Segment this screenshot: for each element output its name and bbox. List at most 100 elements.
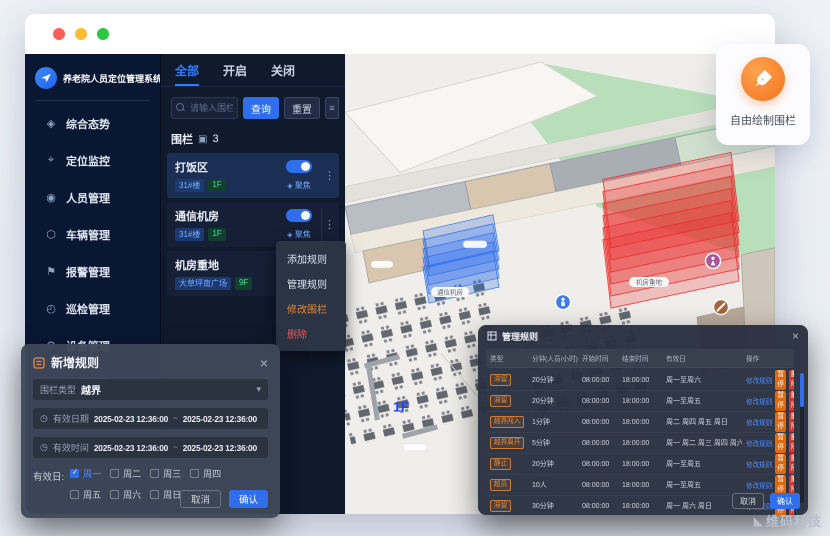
sidebar-item[interactable]: ◉ 人员管理: [25, 179, 160, 216]
poi-woman-icon: [704, 252, 722, 270]
pause-rule-button[interactable]: 暂停: [775, 433, 786, 453]
delete-rule-button[interactable]: 删除: [788, 433, 794, 453]
close-icon[interactable]: ×: [792, 330, 799, 342]
rule-type-badge: 超员: [490, 479, 512, 491]
rule-end-time: 18:00:00: [622, 439, 650, 447]
poi-escalator-icon: [712, 298, 730, 316]
sidebar-item[interactable]: ◈ 综合态势: [25, 105, 160, 142]
fence-floor-tag: 1F: [208, 179, 226, 192]
window-titlebar: [25, 14, 775, 54]
fence-enabled-toggle[interactable]: [286, 160, 312, 173]
svg-text:通信机房: 通信机房: [437, 288, 463, 297]
reset-button[interactable]: 重置: [284, 97, 320, 119]
pen-draw-icon[interactable]: [741, 57, 785, 101]
edit-rule-button[interactable]: 修改规则: [746, 417, 772, 427]
edit-rule-button[interactable]: 修改规则: [746, 375, 772, 385]
weekday-checkbox[interactable]: 周一: [70, 467, 110, 480]
fence-type-select[interactable]: 围栏类型 越界 ▾: [33, 379, 268, 400]
rule-type-badge: 滞留: [490, 395, 512, 407]
rule-start-time: 08:00:00: [582, 481, 610, 489]
search-icon: [176, 103, 184, 111]
sidebar-item[interactable]: ⚑ 报警管理: [25, 253, 160, 290]
sidebar-divider: [35, 100, 150, 101]
edit-rule-button[interactable]: 修改规则: [746, 396, 772, 406]
clock-icon: ◷: [40, 442, 48, 452]
manage-rules-modal: 管理规则 × 类型 分钟(人员/小时) 开始时间 结束时间 有效日 操作 滞留 …: [478, 325, 808, 515]
fence-name: 机房重地: [175, 260, 219, 272]
close-icon[interactable]: ×: [260, 356, 268, 370]
filter-icon[interactable]: ≡: [325, 97, 339, 119]
rule-type-badge: 越界离开: [490, 437, 525, 449]
valid-time-range-picker[interactable]: ◷ 有效时间 2025-02-23 12:36:00 ~ 2025-02-23 …: [33, 437, 268, 458]
delete-rule-button[interactable]: 删除: [788, 412, 794, 432]
fence-enabled-toggle[interactable]: [286, 209, 312, 222]
rule-start-time: 08:00:00: [582, 502, 610, 510]
rule-start-time: 08:00:00: [582, 460, 610, 468]
maximize-window-button[interactable]: [97, 28, 109, 40]
fence-focus-link[interactable]: ◈ 聚焦: [287, 180, 311, 191]
delete-rule-button[interactable]: 删除: [788, 370, 794, 390]
cancel-button[interactable]: 取消: [179, 490, 221, 508]
rule-valid-days: 周一至周五: [666, 398, 701, 405]
valid-date-range-picker[interactable]: ◷ 有效日期 2025-02-23 12:36:00 ~ 2025-02-23 …: [33, 408, 268, 429]
checkbox-icon: [150, 469, 160, 478]
rule-end-time: 18:00:00: [622, 502, 650, 510]
context-menu-item[interactable]: 添加规则: [276, 246, 346, 271]
sidebar-item[interactable]: ◴ 巡检管理: [25, 290, 160, 327]
sidebar-item-icon: ⬡: [46, 229, 56, 241]
sidebar-item[interactable]: ⬡ 车辆管理: [25, 216, 160, 253]
screenshot-stage: 养老院人员定位管理系统 ◈ 综合态势 ⌖ 定位监控 ◉ 人员管理 ⬡ 车辆管理 …: [0, 0, 830, 536]
fence-building-tag: 31#楼: [175, 228, 205, 241]
fence-search-row: 查询 重置 ≡: [161, 87, 345, 127]
cancel-button[interactable]: 取消: [732, 493, 764, 509]
blue-fence-label: 通信机房: [431, 287, 469, 298]
confirm-button[interactable]: 确认: [770, 493, 800, 509]
weekday-checkbox[interactable]: 周二: [110, 467, 150, 480]
delete-rule-button[interactable]: 删除: [788, 475, 794, 495]
pause-rule-button[interactable]: 暂停: [775, 454, 786, 474]
pause-rule-button[interactable]: 暂停: [775, 370, 786, 390]
rule-type-badge: 静止: [490, 458, 512, 470]
fence-tab[interactable]: 开启: [223, 55, 247, 86]
edit-rule-button[interactable]: 修改规则: [746, 480, 772, 490]
context-menu-item[interactable]: 修改围栏: [276, 296, 346, 321]
minimize-window-button[interactable]: [75, 28, 87, 40]
sidebar-item[interactable]: ⌖ 定位监控: [25, 142, 160, 179]
weekday-checkbox[interactable]: 周三: [150, 467, 190, 480]
context-menu-item[interactable]: 删除: [276, 321, 346, 346]
pause-rule-button[interactable]: 暂停: [775, 391, 786, 411]
query-button[interactable]: 查询: [243, 97, 279, 119]
rule-type-badge: 滞留: [490, 500, 512, 512]
pause-rule-button[interactable]: 暂停: [775, 475, 786, 495]
delete-rule-button[interactable]: 删除: [788, 391, 794, 411]
confirm-button[interactable]: 确认: [228, 490, 268, 508]
fence-more-menu-icon[interactable]: ⋮: [321, 159, 337, 192]
context-menu-item[interactable]: 管理规则: [276, 271, 346, 296]
fence-list-item[interactable]: 打饭区 31#楼 1F ◈ 聚焦 ⋮: [167, 153, 339, 198]
weekday-checkbox[interactable]: 周六: [110, 488, 150, 501]
checkbox-icon: [190, 469, 200, 478]
edit-rule-button[interactable]: 修改规则: [746, 438, 772, 448]
close-window-button[interactable]: [53, 28, 65, 40]
fence-type-value: 越界: [81, 386, 102, 397]
fence-name: 通信机房: [175, 211, 219, 223]
weekday-checkbox[interactable]: 周四: [190, 467, 230, 480]
rule-table-row: 滞留 20分钟 08:00:00 18:00:00 周一至周六 修改规则 暂停 …: [486, 370, 794, 391]
rule-icon: [33, 356, 45, 369]
fence-more-menu-icon[interactable]: ⋮: [321, 208, 337, 241]
fence-focus-link[interactable]: ◈ 聚焦: [287, 229, 311, 240]
app-title: 养老院人员定位管理系统: [63, 73, 163, 84]
fence-section-row: 围栏 ▣ 3: [161, 127, 345, 153]
fence-tabs: 全部 开启 关闭: [161, 54, 345, 87]
scrollbar-thumb[interactable]: [800, 373, 804, 407]
vendor-logo-icon: ◣: [753, 513, 763, 528]
vendor-watermark: ◣ 维码科技: [754, 511, 822, 530]
fence-tab[interactable]: 关闭: [271, 55, 295, 86]
fence-tab[interactable]: 全部: [175, 55, 200, 86]
checkbox-icon: [70, 490, 80, 499]
table-icon: [487, 331, 497, 341]
delete-rule-button[interactable]: 删除: [788, 454, 794, 474]
pause-rule-button[interactable]: 暂停: [775, 412, 786, 432]
weekday-checkbox[interactable]: 周五: [70, 488, 110, 501]
edit-rule-button[interactable]: 修改规则: [746, 459, 772, 469]
